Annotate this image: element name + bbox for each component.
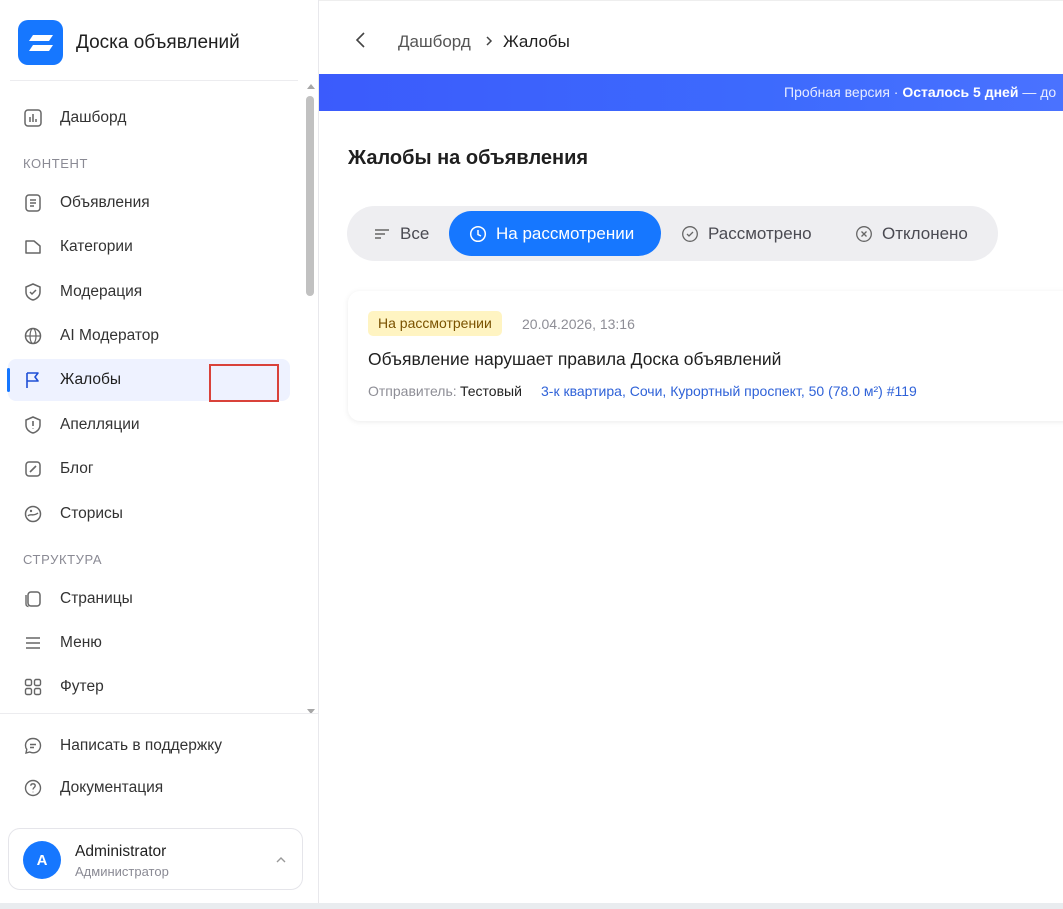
complaint-card[interactable]: На рассмотрении 20.04.2026, 13:16 Объявл…	[348, 291, 1063, 421]
filter-icon	[375, 228, 389, 239]
status-badge: На рассмотрении	[368, 311, 502, 336]
document-icon	[25, 194, 41, 212]
sidebar-item-label: Модерация	[60, 283, 143, 300]
tab-label: Рассмотрено	[708, 223, 812, 243]
sidebar-item-pages[interactable]: Страницы	[8, 578, 290, 620]
divider	[10, 80, 298, 81]
shield-alert-icon	[25, 416, 41, 434]
sidebar-item-stories[interactable]: Сторисы	[8, 493, 290, 535]
sidebar-item-blog[interactable]: Блог	[8, 448, 290, 490]
pages-icon	[25, 591, 41, 608]
tab-reviewed[interactable]: Рассмотрено	[681, 211, 812, 256]
sidebar-item-footer[interactable]: Футер	[8, 666, 290, 708]
status-tabs: Все На рассмотрении Рассмотрено Отклонен…	[347, 206, 998, 261]
shield-check-icon	[25, 283, 41, 301]
section-structure: СТРУКТУРА	[23, 552, 103, 567]
complaint-date: 20.04.2026, 13:16	[522, 316, 635, 332]
sidebar-item-label: Объявления	[60, 194, 150, 211]
scroll-up-icon[interactable]	[307, 84, 315, 89]
x-circle-icon	[856, 225, 872, 242]
chevron-up-icon	[276, 857, 286, 863]
trial-text: Пробная версия · Осталось 5 дней — до	[784, 84, 1056, 100]
stories-icon	[24, 505, 42, 523]
sidebar-item-label: Блог	[60, 460, 94, 477]
tab-all[interactable]: Все	[373, 211, 429, 256]
sidebar: Доска объявлений Дашборд КОНТЕНТ Объявле…	[0, 0, 319, 909]
highlight-box	[209, 364, 279, 402]
tab-pending[interactable]: На рассмотрении	[449, 211, 661, 256]
flag-icon	[26, 372, 39, 388]
check-circle-icon	[682, 225, 698, 242]
ad-link[interactable]: 3-к квартира, Сочи, Курортный проспект, …	[541, 383, 917, 399]
globe-icon	[24, 327, 42, 345]
grid-icon	[24, 678, 42, 696]
sidebar-scrollbar[interactable]	[304, 84, 316, 714]
user-name: Administrator	[75, 843, 167, 860]
sidebar-item-menu[interactable]: Меню	[8, 622, 290, 664]
menu-icon	[26, 637, 40, 649]
section-content: КОНТЕНТ	[23, 156, 89, 171]
help-icon	[24, 779, 42, 797]
sidebar-item-label: AI Модератор	[60, 327, 160, 344]
tab-label: Все	[400, 223, 430, 243]
sidebar-item-categories[interactable]: Категории	[8, 226, 290, 268]
chat-icon	[24, 737, 42, 754]
trial-banner: Пробная версия · Осталось 5 дней — до	[319, 74, 1063, 111]
sidebar-item-label: Меню	[60, 634, 102, 651]
sidebar-item-label: Страницы	[60, 590, 133, 607]
sidebar-item-dashboard[interactable]: Дашборд	[8, 97, 290, 139]
trial-prefix: Пробная версия ·	[784, 84, 903, 100]
user-menu[interactable]: A Administrator Администратор	[8, 828, 303, 890]
breadcrumb-current: Жалобы	[503, 32, 570, 51]
breadcrumb-dashboard[interactable]: Дашборд	[398, 32, 471, 52]
back-arrow-icon[interactable]	[353, 31, 369, 49]
sidebar-item-ads[interactable]: Объявления	[8, 182, 290, 224]
user-role: Администратор	[75, 864, 169, 879]
docs-link[interactable]: Документация	[8, 769, 290, 807]
window-bottom-edge	[0, 903, 1063, 909]
edit-icon	[25, 461, 41, 477]
sender-name: Тестовый	[460, 383, 522, 399]
docs-label: Документация	[60, 779, 164, 796]
divider	[0, 713, 318, 714]
topbar: Дашборд Жалобы	[319, 0, 1063, 74]
support-link[interactable]: Написать в поддержку	[8, 727, 290, 765]
logo-icon	[18, 20, 63, 65]
dashboard-icon	[24, 109, 42, 127]
support-label: Написать в поддержку	[60, 737, 222, 754]
folder-icon	[25, 240, 41, 254]
clock-icon	[469, 225, 487, 242]
avatar: A	[23, 841, 61, 879]
sidebar-item-appeals[interactable]: Апелляции	[8, 404, 290, 446]
page-title: Жалобы на объявления	[348, 147, 589, 169]
sidebar-item-ai-moderator[interactable]: AI Модератор	[8, 315, 290, 357]
brand[interactable]: Доска объявлений	[18, 20, 240, 65]
sender-label: Отправитель:	[368, 383, 457, 399]
trial-days: Осталось 5 дней	[902, 84, 1019, 100]
tab-label: Отклонено	[882, 223, 968, 243]
sidebar-item-label: Апелляции	[60, 416, 140, 433]
tab-rejected[interactable]: Отклонено	[855, 211, 968, 256]
complaint-title: Объявление нарушает правила Доска объявл…	[368, 349, 782, 369]
trial-suffix: — до	[1018, 84, 1057, 100]
sidebar-item-label: Футер	[60, 678, 104, 695]
tab-label: На рассмотрении	[496, 223, 635, 243]
sidebar-item-label: Категории	[60, 238, 133, 255]
brand-title: Доска объявлений	[76, 31, 240, 53]
sidebar-item-moderation[interactable]: Модерация	[8, 271, 290, 313]
chevron-right-icon	[486, 36, 493, 46]
sidebar-item-label: Жалобы	[60, 371, 121, 388]
sidebar-item-label: Дашборд	[60, 109, 127, 126]
sidebar-item-label: Сторисы	[60, 505, 123, 522]
scroll-thumb[interactable]	[306, 96, 314, 296]
